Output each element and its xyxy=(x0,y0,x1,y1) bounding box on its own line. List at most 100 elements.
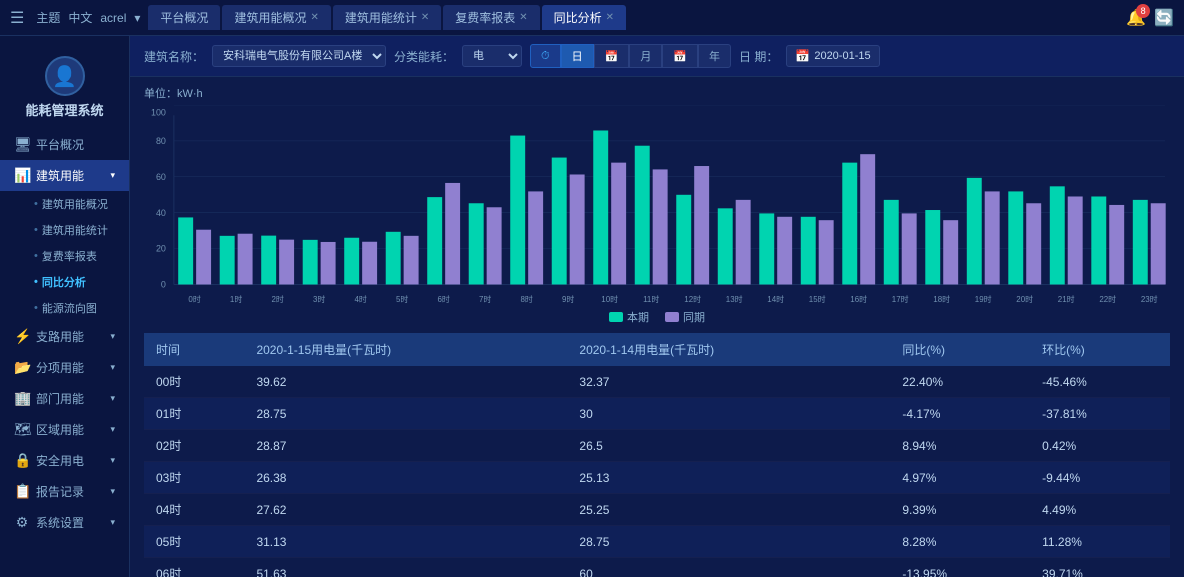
bar-prev xyxy=(570,174,585,284)
legend-current-label: 本期 xyxy=(627,309,649,325)
main-layout: 👤 能耗管理系统 🖥 平台概况 📊 建筑用能 ▾ 建筑用能概况 建筑用能统计 复… xyxy=(0,36,1184,577)
svg-text:0: 0 xyxy=(161,279,166,289)
tab-building-stats[interactable]: 建筑用能统计✕ xyxy=(333,5,441,30)
sidebar-item-branch[interactable]: ⚡ 支路用能 ▾ xyxy=(0,321,129,352)
tab-close-comparison[interactable]: ✕ xyxy=(606,12,614,23)
date-value: 2020-01-15 xyxy=(814,50,870,62)
sub-building-overview[interactable]: 建筑用能概况 xyxy=(20,191,129,217)
cell-cur: 28.75 xyxy=(244,398,567,430)
cell-cur: 31.13 xyxy=(244,526,567,558)
refresh-icon[interactable]: 🔄 xyxy=(1154,8,1174,28)
building-icon: 🏢 xyxy=(14,390,30,407)
bar-current xyxy=(759,213,774,284)
bar-current xyxy=(261,236,276,285)
sidebar-item-settings[interactable]: ⚙ 系统设置 ▾ xyxy=(0,507,129,538)
cell-cur: 28.87 xyxy=(244,430,567,462)
th-prev: 2020-1-14用电量(千瓦时) xyxy=(567,333,890,366)
svg-text:60: 60 xyxy=(156,172,166,182)
tab-rate-report[interactable]: 复费率报表✕ xyxy=(443,5,539,30)
bar-current xyxy=(1050,186,1065,284)
tab-close-rate-report[interactable]: ✕ xyxy=(519,12,527,23)
cell-cur: 39.62 xyxy=(244,366,567,398)
tab-close-building-stats[interactable]: ✕ xyxy=(421,12,429,23)
cell-qoq: 4.49% xyxy=(1030,494,1170,526)
cell-cur: 51.63 xyxy=(244,558,567,577)
btn-month[interactable]: 📅 xyxy=(594,44,630,68)
bar-prev xyxy=(196,230,211,285)
x-label: 20时 xyxy=(1016,294,1033,304)
bar-current xyxy=(593,130,608,284)
btn-day[interactable]: 日 xyxy=(561,44,594,68)
cell-qoq: -9.44% xyxy=(1030,462,1170,494)
bar-current xyxy=(344,238,359,285)
legend-current: 本期 xyxy=(609,309,649,325)
sidebar-item-dept[interactable]: 🏢 部门用能 ▾ xyxy=(0,383,129,414)
sidebar-item-safety[interactable]: 🔒 安全用电 ▾ xyxy=(0,445,129,476)
calendar-icon: 📅 xyxy=(795,49,810,63)
btn-year-label[interactable]: 年 xyxy=(698,44,731,68)
user-area: 👤 能耗管理系统 xyxy=(0,46,129,129)
chart-section: 单位：kW·h 0 20 40 60 80 xyxy=(130,77,1184,333)
table-row: 03时 26.38 25.13 4.97% -9.44% xyxy=(144,462,1170,494)
bar-prev xyxy=(819,220,834,284)
main-content: 建筑名称： 安科瑞电气股份有限公司A楼 分类能耗： 电 ⏱ 日 📅 月 📅 年 … xyxy=(130,36,1184,577)
lightning-icon: ⚡ xyxy=(14,328,30,345)
date-input[interactable]: 📅 2020-01-15 xyxy=(786,45,879,67)
table-body: 00时 39.62 32.37 22.40% -45.46% 01时 28.75… xyxy=(144,366,1170,577)
sidebar-item-platform[interactable]: 🖥 平台概况 xyxy=(0,129,129,160)
system-name: 能耗管理系统 xyxy=(25,100,103,119)
x-label: 4时 xyxy=(354,294,366,304)
tab-comparison[interactable]: 同比分析✕ xyxy=(542,5,626,30)
building-label: 建筑名称： xyxy=(144,48,204,65)
category-label: 分类能耗： xyxy=(394,48,454,65)
sidebar-item-area[interactable]: 🗺 区域用能 ▾ xyxy=(0,414,129,445)
sidebar-item-division[interactable]: 📂 分项用能 ▾ xyxy=(0,352,129,383)
bar-prev xyxy=(487,207,502,284)
date-label: 日 期： xyxy=(739,48,778,65)
btn-year-icon[interactable]: 📅 xyxy=(662,44,698,68)
btn-hour[interactable]: ⏱ xyxy=(530,44,561,68)
map-icon: 🗺 xyxy=(14,421,30,438)
tab-building-overview[interactable]: 建筑用能概况✕ xyxy=(222,5,330,30)
building-select[interactable]: 安科瑞电气股份有限公司A楼 xyxy=(212,45,386,67)
tab-platform[interactable]: 平台概况 xyxy=(148,5,220,30)
x-label: 2时 xyxy=(271,294,283,304)
x-label: 12时 xyxy=(684,294,701,304)
dropdown-icon[interactable]: ▾ xyxy=(134,11,140,25)
category-select[interactable]: 电 xyxy=(462,45,522,67)
sub-building-stats[interactable]: 建筑用能统计 xyxy=(20,217,129,243)
chevron-icon-report: ▾ xyxy=(110,486,115,497)
cell-time: 06时 xyxy=(144,558,244,577)
cell-cur: 27.62 xyxy=(244,494,567,526)
legend-prev-dot xyxy=(665,312,679,322)
sub-energy-flow[interactable]: 能源流向图 xyxy=(20,295,129,321)
time-button-group: ⏱ 日 📅 月 📅 年 xyxy=(530,44,731,68)
sidebar-item-building[interactable]: 📊 建筑用能 ▾ xyxy=(0,160,129,191)
cell-yoy: -13.95% xyxy=(890,558,1030,577)
svg-text:80: 80 xyxy=(156,136,166,146)
chevron-down-icon: ▾ xyxy=(110,170,115,181)
bar-prev xyxy=(321,242,336,285)
bar-prev xyxy=(902,213,917,284)
bar-current xyxy=(303,240,318,285)
bar-prev xyxy=(694,166,709,284)
bar-current xyxy=(178,217,193,284)
th-cur: 2020-1-15用电量(千瓦时) xyxy=(244,333,567,366)
bar-prev xyxy=(777,217,792,285)
th-time: 时间 xyxy=(144,333,244,366)
btn-month-label[interactable]: 月 xyxy=(629,44,662,68)
cell-time: 04时 xyxy=(144,494,244,526)
bar-current xyxy=(469,203,484,284)
bar-current xyxy=(635,146,650,285)
tab-close-building-overview[interactable]: ✕ xyxy=(310,12,318,23)
bar-current xyxy=(510,136,525,285)
menu-icon[interactable]: ☰ xyxy=(10,8,24,28)
x-label: 0时 xyxy=(188,294,200,304)
svg-text:100: 100 xyxy=(151,107,166,117)
sidebar-item-report[interactable]: 📋 报告记录 ▾ xyxy=(0,476,129,507)
notification-bell[interactable]: 🔔 8 xyxy=(1126,8,1146,28)
sub-comparison[interactable]: 同比分析 xyxy=(20,269,129,295)
sub-rate-report[interactable]: 复费率报表 xyxy=(20,243,129,269)
x-label: 1时 xyxy=(230,294,242,304)
chevron-icon-area: ▾ xyxy=(110,424,115,435)
